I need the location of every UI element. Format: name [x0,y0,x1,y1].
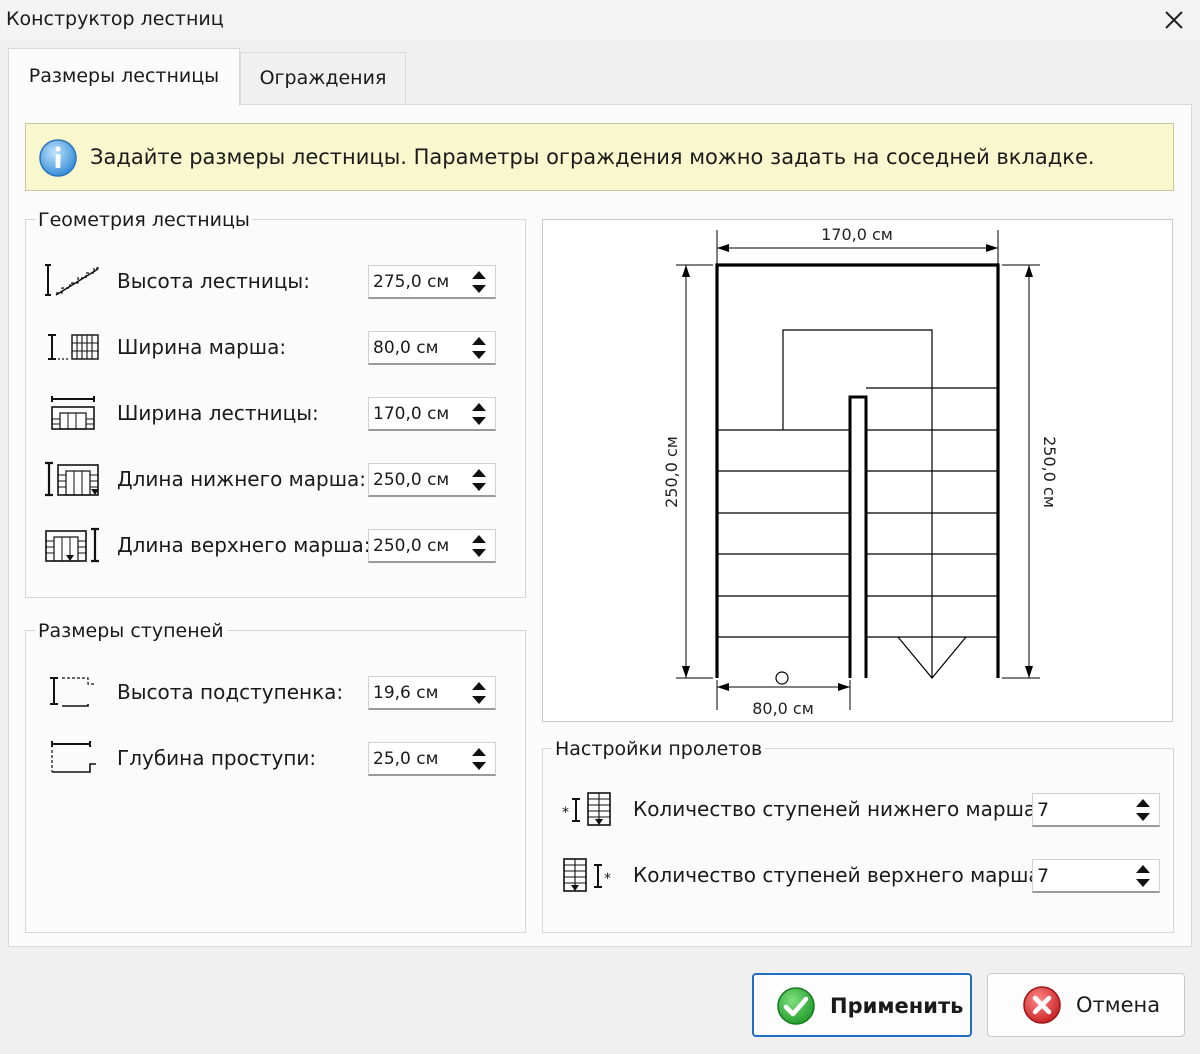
flights-group-title: Настройки пролетов [552,738,766,760]
spin-up-icon[interactable] [466,466,492,480]
field-label: Ширина лестницы: [117,401,319,425]
info-icon [39,139,77,177]
stair-width-spinner[interactable]: 170,0 см [368,397,496,431]
tread-depth-icon [51,741,96,773]
steps-group-title: Размеры ступеней [35,620,227,642]
tab-stair-dimensions[interactable]: Размеры лестницы [8,48,240,106]
stair-height-icon [45,264,99,296]
close-icon[interactable] [1156,2,1192,38]
spin-down-icon[interactable] [466,693,492,707]
spinner-value[interactable]: 80,0 см [373,338,438,358]
right-length-dimension-label: 250,0 см [1040,436,1059,508]
field-label: Глубина проступи: [117,746,317,770]
upper-flight-length-spinner[interactable]: 250,0 см [368,529,496,563]
tread-depth-spinner[interactable]: 25,0 см [368,742,496,776]
spin-down-icon[interactable] [1130,876,1156,890]
field-label: Количество ступеней нижнего марша: [633,797,1043,821]
spin-down-icon[interactable] [466,480,492,494]
riser-height-spinner[interactable]: 19,6 см [368,676,496,710]
window-title: Конструктор лестниц [6,8,224,30]
flights-group [542,748,1174,933]
spin-up-icon[interactable] [466,745,492,759]
lower-steps-count-icon: * [562,792,611,826]
spin-down-icon[interactable] [466,348,492,362]
field-label: Количество ступеней верхнего марша: [633,863,1048,887]
flight-width-dimension-label: 80,0 см [752,699,814,718]
upper-steps-count-spinner[interactable]: 7 [1032,859,1160,893]
upper-flight-length-icon [45,527,99,563]
geometry-group-title: Геометрия лестницы [35,209,253,231]
spinner-value[interactable]: 7 [1037,799,1049,821]
lower-flight-length-spinner[interactable]: 250,0 см [368,463,496,497]
spin-down-icon[interactable] [1130,810,1156,824]
cancel-label: Отмена [1076,993,1161,1017]
spinner-value[interactable]: 7 [1037,865,1049,887]
svg-text:*: * [562,805,569,821]
spin-down-icon[interactable] [466,546,492,560]
field-label: Ширина марша: [117,335,287,359]
spinner-value[interactable]: 25,0 см [373,749,438,769]
spin-up-icon[interactable] [1130,796,1156,810]
lower-flight-length-icon [45,461,99,497]
flight-width-icon [48,334,99,360]
spinner-value[interactable]: 250,0 см [373,470,449,490]
title-bar: Конструктор лестниц [0,0,1200,40]
spinner-value[interactable]: 250,0 см [373,536,449,556]
info-banner: Задайте размеры лестницы. Параметры огра… [25,123,1174,191]
apply-label: Применить [830,994,964,1018]
cancel-icon [1023,986,1061,1024]
field-label: Высота лестницы: [117,269,310,293]
flight-width-spinner[interactable]: 80,0 см [368,331,496,365]
tab-label: Размеры лестницы [28,65,220,87]
left-length-dimension-label: 250,0 см [662,436,681,508]
lower-steps-count-spinner[interactable]: 7 [1032,793,1160,827]
field-label: Длина нижнего марша: [117,467,367,491]
spinner-value[interactable]: 19,6 см [373,683,438,703]
svg-text:*: * [604,871,611,887]
stair-plan-drawing: 170,0 см 250,0 см 250,0 см 80,0 см [662,225,1059,718]
spin-up-icon[interactable] [466,334,492,348]
spinner-value[interactable]: 275,0 см [373,272,449,292]
stair-height-spinner[interactable]: 275,0 см [368,265,496,299]
info-text: Задайте размеры лестницы. Параметры огра… [90,145,1095,169]
cancel-button[interactable]: Отмена [987,973,1185,1037]
spin-down-icon[interactable] [466,414,492,428]
spinner-value[interactable]: 170,0 см [373,404,449,424]
stair-width-icon [51,396,95,430]
upper-steps-count-icon: * [563,858,611,892]
spin-up-icon[interactable] [466,532,492,546]
field-label: Длина верхнего марша: [117,533,371,557]
spin-down-icon[interactable] [466,759,492,773]
stair-width-dimension-label: 170,0 см [821,225,893,244]
apply-button[interactable]: Применить [752,973,972,1037]
stair-diagram: 170,0 см 250,0 см 250,0 см 80,0 см [542,219,1173,722]
spin-up-icon[interactable] [466,679,492,693]
spin-up-icon[interactable] [466,268,492,282]
spin-up-icon[interactable] [1130,862,1156,876]
spin-down-icon[interactable] [466,282,492,296]
spin-up-icon[interactable] [466,400,492,414]
checkmark-icon [777,987,815,1025]
tab-label: Ограждения [259,67,387,89]
field-label: Высота подступенка: [117,680,344,704]
riser-height-icon [50,677,94,707]
tab-railings[interactable]: Ограждения [240,52,406,104]
